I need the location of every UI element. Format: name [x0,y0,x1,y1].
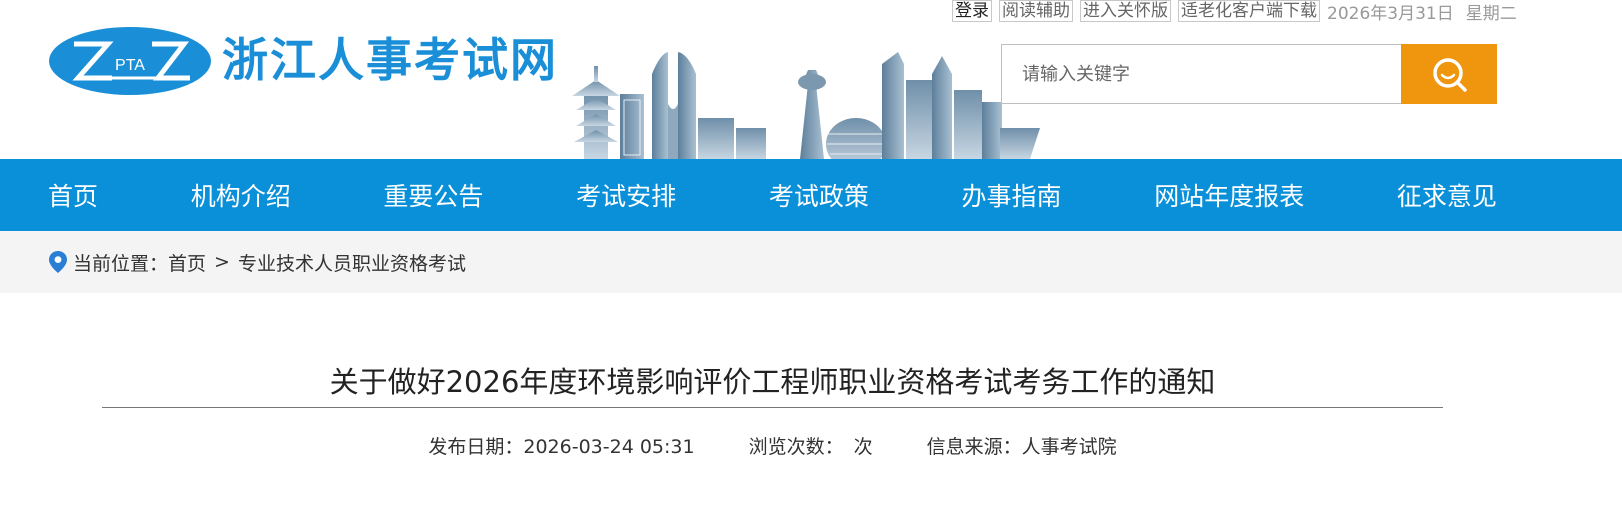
view-count: 浏览次数： 次 [749,432,873,459]
nav-item-annual-report[interactable]: 网站年度报表 [1154,177,1304,213]
logo-mark-text: PTA [115,57,145,74]
publish-date: 发布日期：2026-03-24 05:31 [428,432,694,459]
login-link[interactable]: 登录 [952,0,992,22]
publish-date-value: 2026-03-24 05:31 [523,436,695,458]
publish-date-label: 发布日期： [428,436,524,458]
date-text: 2026年3月31日 [1327,3,1454,24]
magnifier-icon [1433,58,1467,92]
breadcrumb-current-link[interactable]: 专业技术人员职业资格考试 [238,249,466,276]
city-skyline-illustration [572,52,1040,159]
info-source-label: 信息来源： [926,436,1022,458]
breadcrumb-label: 当前位置： [73,252,169,275]
main-nav: 首页 机构介绍 重要公告 考试安排 考试政策 办事指南 网站年度报表 征求意见 [0,159,1622,231]
site-header: PTA 浙江人事考试网 登录 阅读辅助 进入关怀版 适老化客户端下载 2026年… [0,0,1622,159]
search-box [1001,44,1402,104]
breadcrumb-home-link[interactable]: 首页 [168,249,206,276]
weekday-text: 星期二 [1465,3,1517,24]
info-source: 信息来源：人事考试院 [927,432,1117,459]
nav-item-guide[interactable]: 办事指南 [962,177,1062,213]
view-count-label: 浏览次数： [748,436,844,458]
nav-item-exam-schedule[interactable]: 考试安排 [576,177,676,213]
pta-logo-icon[interactable]: PTA [48,26,212,96]
nav-item-announcements[interactable]: 重要公告 [383,177,483,213]
article-title: 关于做好2026年度环境影响评价工程师职业资格考试考务工作的通知 [329,365,1216,399]
location-pin-icon [49,251,67,273]
search-button[interactable] [1401,44,1497,104]
site-name[interactable]: 浙江人事考试网 [222,30,558,90]
top-utility-bar: 登录 阅读辅助 进入关怀版 适老化客户端下载 2026年3月31日 星期二 [952,0,1517,24]
nav-item-feedback[interactable]: 征求意见 [1397,177,1497,213]
reading-assist-link[interactable]: 阅读辅助 [999,0,1073,22]
search-input[interactable] [1002,45,1402,103]
current-date: 2026年3月31日 星期二 [1327,0,1517,24]
breadcrumb: 当前位置： 首页 > 专业技术人员职业资格考试 [48,249,466,275]
nav-item-about[interactable]: 机构介绍 [191,177,291,213]
nav-item-exam-policy[interactable]: 考试政策 [769,177,869,213]
elderly-app-download-link[interactable]: 适老化客户端下载 [1178,0,1320,22]
nav-item-home[interactable]: 首页 [48,177,98,213]
nav-items: 首页 机构介绍 重要公告 考试安排 考试政策 办事指南 网站年度报表 征求意见 [48,159,1497,231]
breadcrumb-separator: > [214,251,230,273]
care-mode-link[interactable]: 进入关怀版 [1080,0,1171,22]
info-source-value: 人事考试院 [1021,436,1117,458]
view-count-suffix: 次 [853,436,873,458]
breadcrumb-bar: 当前位置： 首页 > 专业技术人员职业资格考试 [0,231,1622,293]
title-divider [102,407,1443,408]
article-meta: 发布日期：2026-03-24 05:31 浏览次数： 次 信息来源：人事考试院 [0,432,1545,459]
